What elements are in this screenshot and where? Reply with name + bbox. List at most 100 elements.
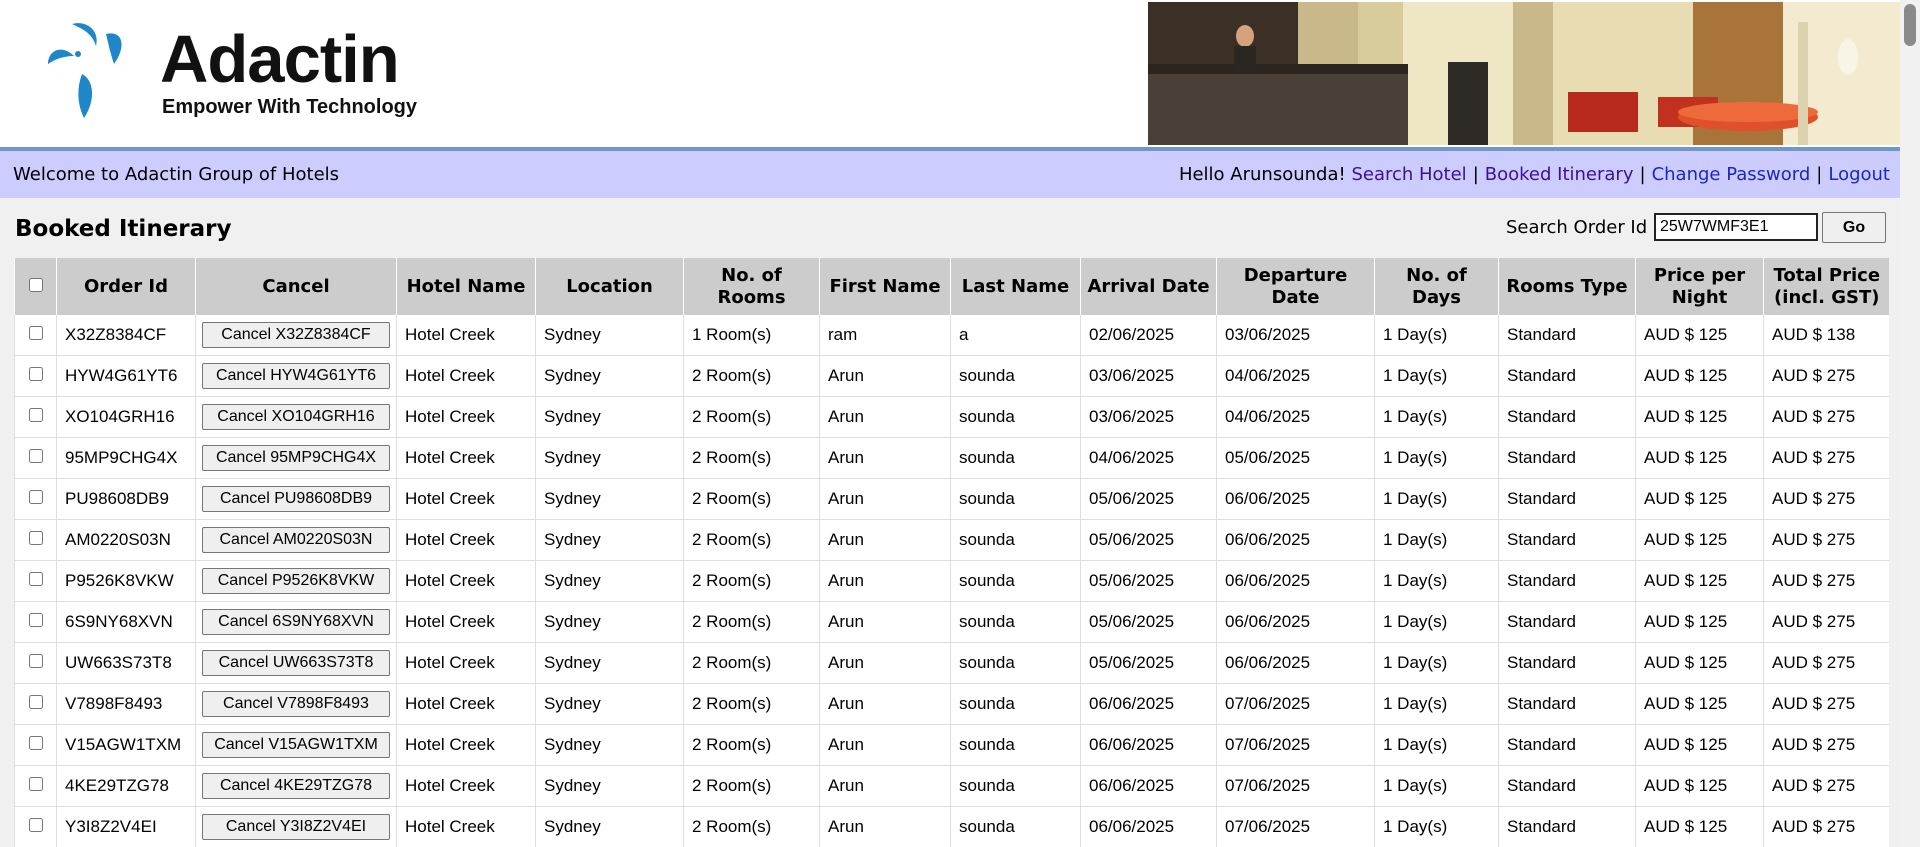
scrollbar-thumb[interactable] (1904, 4, 1916, 46)
cancel-cell: Cancel V15AGW1TXM (195, 724, 397, 766)
row-checkbox[interactable] (28, 531, 43, 545)
row-checkbox[interactable] (28, 408, 43, 422)
itinerary-table: Order Id Cancel Hotel Name Location No. … (14, 258, 1889, 847)
cancel-booking-button[interactable]: Cancel P9526K8VKW (202, 568, 390, 594)
search-order-label: Search Order Id (1506, 217, 1648, 238)
hotel-name-cell: Hotel Creek (396, 355, 536, 397)
price-per-night-cell: AUD $ 125 (1635, 519, 1764, 561)
select-all-checkbox[interactable] (28, 277, 43, 292)
welcome-text: Welcome to Adactin Group of Hotels (13, 164, 340, 185)
order-id-cell: 6S9NY68XVN (56, 601, 196, 643)
hotel-name-cell: Hotel Creek (396, 437, 536, 479)
row-checkbox[interactable] (28, 449, 43, 463)
cancel-booking-button[interactable]: Cancel AM0220S03N (202, 527, 390, 553)
row-checkbox[interactable] (28, 490, 43, 504)
page-scrollbar[interactable] (1900, 0, 1920, 847)
rooms-cell: 2 Room(s) (683, 683, 820, 725)
header-room-type: Rooms Type (1498, 258, 1636, 315)
table-row: HYW4G61YT6 Cancel HYW4G61YT6 Hotel Creek… (14, 355, 1889, 397)
departure-date-cell: 04/06/2025 (1216, 355, 1375, 397)
first-name-cell: Arun (819, 396, 951, 438)
total-price-cell: AUD $ 275 (1763, 683, 1889, 725)
last-name-cell: sounda (950, 519, 1081, 561)
row-select-cell (14, 683, 57, 725)
row-checkbox[interactable] (28, 613, 43, 627)
row-checkbox[interactable] (28, 736, 43, 750)
header-price-per-night: Price per Night (1635, 258, 1764, 315)
cancel-booking-button[interactable]: Cancel X32Z8384CF (202, 322, 390, 348)
days-cell: 1 Day(s) (1374, 519, 1499, 561)
departure-date-cell: 07/06/2025 (1216, 683, 1375, 725)
location-cell: Sydney (535, 478, 684, 520)
search-hotel-link[interactable]: Search Hotel (1351, 164, 1466, 185)
row-checkbox[interactable] (28, 818, 43, 832)
rooms-cell: 1 Room(s) (683, 315, 820, 356)
cancel-booking-button[interactable]: Cancel UW663S73T8 (202, 650, 390, 676)
hotel-name-cell: Hotel Creek (396, 765, 536, 807)
rooms-cell: 2 Room(s) (683, 724, 820, 766)
location-cell: Sydney (535, 601, 684, 643)
location-cell: Sydney (535, 642, 684, 684)
total-price-cell: AUD $ 275 (1763, 765, 1889, 807)
row-select-cell (14, 560, 57, 602)
table-row: XO104GRH16 Cancel XO104GRH16 Hotel Creek… (14, 396, 1889, 438)
departure-date-cell: 07/06/2025 (1216, 724, 1375, 766)
location-cell: Sydney (535, 683, 684, 725)
days-cell: 1 Day(s) (1374, 724, 1499, 766)
search-order-input[interactable] (1654, 213, 1818, 241)
arrival-date-cell: 05/06/2025 (1080, 519, 1217, 561)
go-button[interactable]: Go (1822, 212, 1886, 243)
cancel-booking-button[interactable]: Cancel V7898F8493 (202, 691, 390, 717)
order-id-cell: XO104GRH16 (56, 396, 196, 438)
cancel-booking-button[interactable]: Cancel 6S9NY68XVN (202, 609, 390, 635)
price-per-night-cell: AUD $ 125 (1635, 724, 1764, 766)
arrival-date-cell: 04/06/2025 (1080, 437, 1217, 479)
row-checkbox[interactable] (28, 695, 43, 709)
first-name-cell: Arun (819, 765, 951, 807)
rooms-cell: 2 Room(s) (683, 642, 820, 684)
room-type-cell: Standard (1498, 601, 1636, 643)
price-per-night-cell: AUD $ 125 (1635, 560, 1764, 602)
header-arrival-date: Arrival Date (1080, 258, 1217, 315)
booked-itinerary-link[interactable]: Booked Itinerary (1485, 164, 1634, 185)
order-id-cell: 95MP9CHG4X (56, 437, 196, 479)
arrival-date-cell: 03/06/2025 (1080, 355, 1217, 397)
row-checkbox[interactable] (28, 777, 43, 791)
cancel-cell: Cancel AM0220S03N (195, 519, 397, 561)
first-name-cell: Arun (819, 724, 951, 766)
row-checkbox[interactable] (28, 367, 43, 381)
brand-tagline: Empower With Technology (162, 96, 418, 118)
first-name-cell: ram (819, 315, 951, 356)
days-cell: 1 Day(s) (1374, 806, 1499, 847)
cancel-booking-button[interactable]: Cancel PU98608DB9 (202, 486, 390, 512)
cancel-booking-button[interactable]: Cancel 95MP9CHG4X (202, 445, 390, 471)
last-name-cell: sounda (950, 478, 1081, 520)
location-cell: Sydney (535, 396, 684, 438)
cancel-booking-button[interactable]: Cancel Y3I8Z2V4EI (202, 814, 390, 840)
arrival-date-cell: 06/06/2025 (1080, 765, 1217, 807)
row-checkbox[interactable] (28, 326, 43, 340)
cancel-booking-button[interactable]: Cancel 4KE29TZG78 (202, 773, 390, 799)
location-cell: Sydney (535, 355, 684, 397)
table-row: Y3I8Z2V4EI Cancel Y3I8Z2V4EI Hotel Creek… (14, 806, 1889, 847)
row-checkbox[interactable] (28, 654, 43, 668)
change-password-link[interactable]: Change Password (1652, 164, 1811, 185)
logout-link[interactable]: Logout (1828, 164, 1890, 185)
total-price-cell: AUD $ 275 (1763, 478, 1889, 520)
location-cell: Sydney (535, 806, 684, 847)
nav-separator: | (1816, 164, 1823, 185)
arrival-date-cell: 05/06/2025 (1080, 601, 1217, 643)
total-price-cell: AUD $ 275 (1763, 642, 1889, 684)
cancel-booking-button[interactable]: Cancel XO104GRH16 (202, 404, 390, 430)
last-name-cell: sounda (950, 806, 1081, 847)
cancel-cell: Cancel XO104GRH16 (195, 396, 397, 438)
last-name-cell: sounda (950, 355, 1081, 397)
cancel-booking-button[interactable]: Cancel HYW4G61YT6 (202, 363, 390, 389)
departure-date-cell: 03/06/2025 (1216, 315, 1375, 356)
cancel-booking-button[interactable]: Cancel V15AGW1TXM (202, 732, 390, 758)
order-id-cell: V7898F8493 (56, 683, 196, 725)
row-checkbox[interactable] (28, 572, 43, 586)
days-cell: 1 Day(s) (1374, 765, 1499, 807)
room-type-cell: Standard (1498, 806, 1636, 847)
header-first-name: First Name (819, 258, 951, 315)
